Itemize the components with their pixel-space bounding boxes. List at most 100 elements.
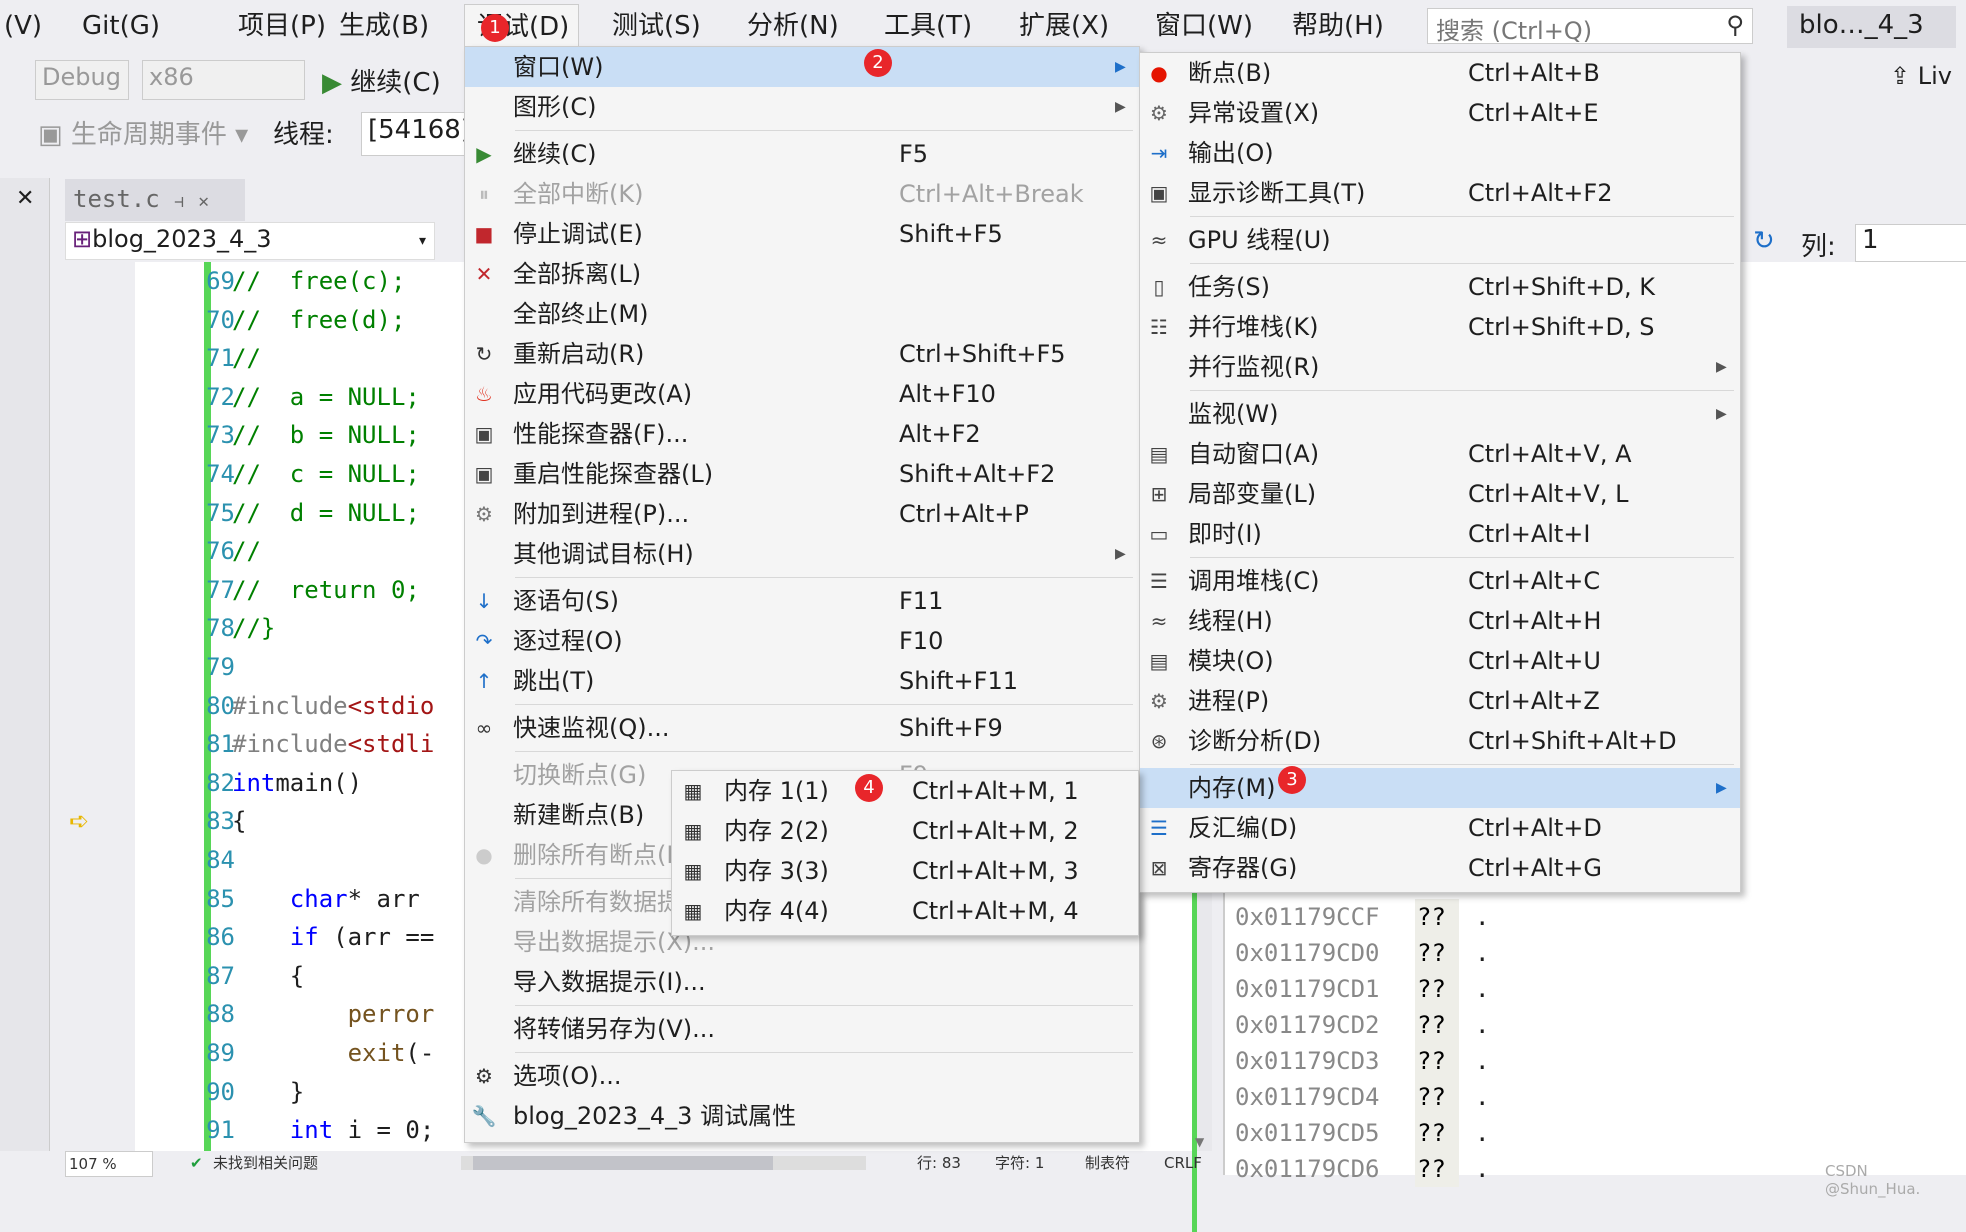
menu-item-将转储另存为[interactable]: 将转储另存为(V)...: [465, 1009, 1139, 1049]
code-token: #include: [232, 730, 348, 759]
code-token: (arr ==: [318, 923, 435, 952]
lifecycle-events-button[interactable]: ▣ 生命周期事件 ▾: [38, 114, 248, 151]
search-box[interactable]: 搜索 (Ctrl+Q) ⚲: [1427, 8, 1753, 45]
menu-item-全部拆离[interactable]: ✕ 全部拆离(L): [465, 254, 1139, 294]
menu-分析[interactable]: 分析(N): [747, 8, 839, 44]
menu-item-重新启动[interactable]: ↻ 重新启动(R) Ctrl+Shift+F5: [465, 334, 1139, 374]
menu-item-应用代码更改[interactable]: ♨ 应用代码更改(A) Alt+F10: [465, 374, 1139, 414]
memory-row[interactable]: 0x01179CD3??.: [1235, 1043, 1489, 1079]
menu-item-性能探查器[interactable]: ▣ 性能探查器(F)... Alt+F2: [465, 414, 1139, 454]
menu-item-导入数据提示[interactable]: 导入数据提示(I)...: [465, 962, 1139, 1002]
menu-item-blog_2023_4_3-调试属性[interactable]: 🔧 blog_2023_4_3 调试属性: [465, 1096, 1139, 1136]
issues-status[interactable]: 未找到相关问题: [213, 1151, 318, 1175]
memory-row[interactable]: 0x01179CCF??.: [1235, 899, 1489, 935]
menu-扩展[interactable]: 扩展(X): [1019, 8, 1109, 44]
refresh-icon[interactable]: ↻: [1753, 226, 1775, 256]
zoom-dropdown[interactable]: 107 %: [65, 1151, 153, 1177]
line-indicator: 行: 83: [917, 1154, 961, 1172]
memory-row[interactable]: 0x01179CD5??.: [1235, 1115, 1489, 1151]
menu-item-全部中断[interactable]: ⏸ 全部中断(K) Ctrl+Alt+Break: [465, 174, 1139, 214]
continue-button[interactable]: ▶ 继续(C): [322, 62, 441, 99]
menu-item-内存-2[interactable]: ▦ 内存 2(2) Ctrl+Alt+M, 2: [672, 811, 1138, 851]
memory-row[interactable]: 0x01179CD2??.: [1235, 1007, 1489, 1043]
menu-item-内存-3[interactable]: ▦ 内存 3(3) Ctrl+Alt+M, 3: [672, 851, 1138, 891]
menu-item-gpu-线程[interactable]: ≈ GPU 线程(U): [1140, 220, 1740, 260]
menu-item-逐语句[interactable]: ↓ 逐语句(S) F11: [465, 581, 1139, 621]
line-number: 74: [206, 460, 235, 488]
close-tab-icon[interactable]: ✕: [198, 191, 209, 212]
menu-item-自动窗口[interactable]: ▤ 自动窗口(A) Ctrl+Alt+V, A: [1140, 434, 1740, 474]
memory-value[interactable]: ??: [1415, 935, 1459, 971]
memory-row[interactable]: 0x01179CD1??.: [1235, 971, 1489, 1007]
memory-value[interactable]: ??: [1415, 1007, 1459, 1043]
menu-项目[interactable]: 项目(P): [238, 8, 326, 44]
menu-item[interactable]: (V): [4, 8, 42, 44]
memory-address: 0x01179CD3: [1235, 1047, 1380, 1075]
config-dropdown[interactable]: Debug: [35, 60, 129, 100]
menu-item-模块[interactable]: ▤ 模块(O) Ctrl+Alt+U: [1140, 641, 1740, 681]
menu-git[interactable]: Git(G): [82, 8, 160, 44]
menu-item-诊断分析[interactable]: ⊛ 诊断分析(D) Ctrl+Shift+Alt+D: [1140, 721, 1740, 761]
horizontal-scrollbar[interactable]: [461, 1156, 866, 1170]
menu-item-反汇编[interactable]: ☰ 反汇编(D) Ctrl+Alt+D: [1140, 808, 1740, 848]
memory-row[interactable]: 0x01179CD0??.: [1235, 935, 1489, 971]
menu-item-调用堆栈[interactable]: ☰ 调用堆栈(C) Ctrl+Alt+C: [1140, 561, 1740, 601]
menu-item-全部终止[interactable]: 全部终止(M): [465, 294, 1139, 334]
menu-item-局部变量[interactable]: ⊞ 局部变量(L) Ctrl+Alt+V, L: [1140, 474, 1740, 514]
menu-item-输出[interactable]: ⇥ 输出(O): [1140, 133, 1740, 173]
menu-帮助[interactable]: 帮助(H): [1292, 8, 1384, 44]
menu-item-图形[interactable]: 图形(C) ▶: [465, 87, 1139, 127]
menu-item-显示诊断工具[interactable]: ▣ 显示诊断工具(T) Ctrl+Alt+F2: [1140, 173, 1740, 213]
scroll-down-icon[interactable]: ▼: [1195, 1135, 1204, 1149]
thread-dropdown[interactable]: [54168]: [361, 112, 471, 156]
close-icon[interactable]: ✕: [16, 186, 34, 211]
menu-item-重启性能探查器[interactable]: ▣ 重启性能探查器(L) Shift+Alt+F2: [465, 454, 1139, 494]
menu-窗口[interactable]: 窗口(W): [1155, 8, 1253, 44]
tab-test-c[interactable]: test.c ⊣ ✕: [65, 179, 245, 221]
memory-value[interactable]: ??: [1415, 1115, 1459, 1151]
menu-item-进程[interactable]: ⚙ 进程(P) Ctrl+Alt+Z: [1140, 681, 1740, 721]
live-share-button[interactable]: ⇪ Liv: [1890, 62, 1952, 90]
menu-item-附加到进程[interactable]: ⚙ 附加到进程(P)... Ctrl+Alt+P: [465, 494, 1139, 534]
memory-row[interactable]: 0x01179CD6??.: [1235, 1151, 1489, 1187]
memory-value[interactable]: ??: [1415, 971, 1459, 1007]
menu-item-并行堆栈[interactable]: ☷ 并行堆栈(K) Ctrl+Shift+D, S: [1140, 307, 1740, 347]
menu-item-停止调试[interactable]: ■ 停止调试(E) Shift+F5: [465, 214, 1139, 254]
menu-item-线程[interactable]: ≈ 线程(H) Ctrl+Alt+H: [1140, 601, 1740, 641]
scope-dropdown[interactable]: ⊞blog_2023_4_3 ▾: [65, 222, 435, 260]
platform-dropdown[interactable]: x86: [142, 60, 305, 100]
menu-item-并行监视[interactable]: 并行监视(R) ▶: [1140, 347, 1740, 387]
menu-item-窗口[interactable]: 窗口(W) ▶: [465, 47, 1139, 87]
menu-生成[interactable]: 生成(B): [339, 8, 429, 44]
menu-item-即时[interactable]: ▭ 即时(I) Ctrl+Alt+I: [1140, 514, 1740, 554]
tabs-indicator[interactable]: 制表符: [1085, 1151, 1130, 1175]
solution-title[interactable]: blo…_4_3: [1787, 6, 1956, 48]
menu-item-选项[interactable]: ⚙ 选项(O)...: [465, 1056, 1139, 1096]
menu-item-寄存器[interactable]: ⊠ 寄存器(G) Ctrl+Alt+G: [1140, 848, 1740, 888]
memory-value[interactable]: ??: [1415, 1043, 1459, 1079]
menu-item-跳出[interactable]: ↑ 跳出(T) Shift+F11: [465, 661, 1139, 701]
menu-item-内存-1[interactable]: ▦ 内存 1(1) Ctrl+Alt+M, 1: [672, 771, 1138, 811]
menu-item-异常设置[interactable]: ⚙ 异常设置(X) Ctrl+Alt+E: [1140, 93, 1740, 133]
memory-value[interactable]: ??: [1415, 1079, 1459, 1115]
menu-item-任务[interactable]: ▯ 任务(S) Ctrl+Shift+D, K: [1140, 267, 1740, 307]
menu-item-继续[interactable]: ▶ 继续(C) F5: [465, 134, 1139, 174]
menu-item-监视[interactable]: 监视(W) ▶: [1140, 394, 1740, 434]
column-input[interactable]: 1: [1855, 224, 1966, 262]
memory-value[interactable]: ??: [1415, 899, 1459, 935]
pin-icon[interactable]: ⊣: [174, 192, 184, 211]
menu-测试[interactable]: 测试(S): [612, 8, 701, 44]
menu-工具[interactable]: 工具(T): [884, 8, 972, 44]
memory-row[interactable]: 0x01179CD4??.: [1235, 1079, 1489, 1115]
menu-item-断点[interactable]: ● 断点(B) Ctrl+Alt+B: [1140, 53, 1740, 93]
menu-item-shortcut: Shift+F5: [899, 220, 1003, 248]
menu-item-快速监视[interactable]: ∞ 快速监视(Q)... Shift+F9: [465, 708, 1139, 748]
menu-item-内存-4[interactable]: ▦ 内存 4(4) Ctrl+Alt+M, 4: [672, 891, 1138, 931]
eol-indicator[interactable]: CRLF: [1164, 1151, 1202, 1175]
menu-item-内存[interactable]: 内存(M) ▶: [1140, 768, 1740, 808]
menu-item-逐过程[interactable]: ↷ 逐过程(O) F10: [465, 621, 1139, 661]
memory-value[interactable]: ??: [1415, 1151, 1459, 1187]
menu-item-其他调试目标[interactable]: 其他调试目标(H) ▶: [465, 534, 1139, 574]
restart-icon: ↻: [475, 342, 493, 366]
